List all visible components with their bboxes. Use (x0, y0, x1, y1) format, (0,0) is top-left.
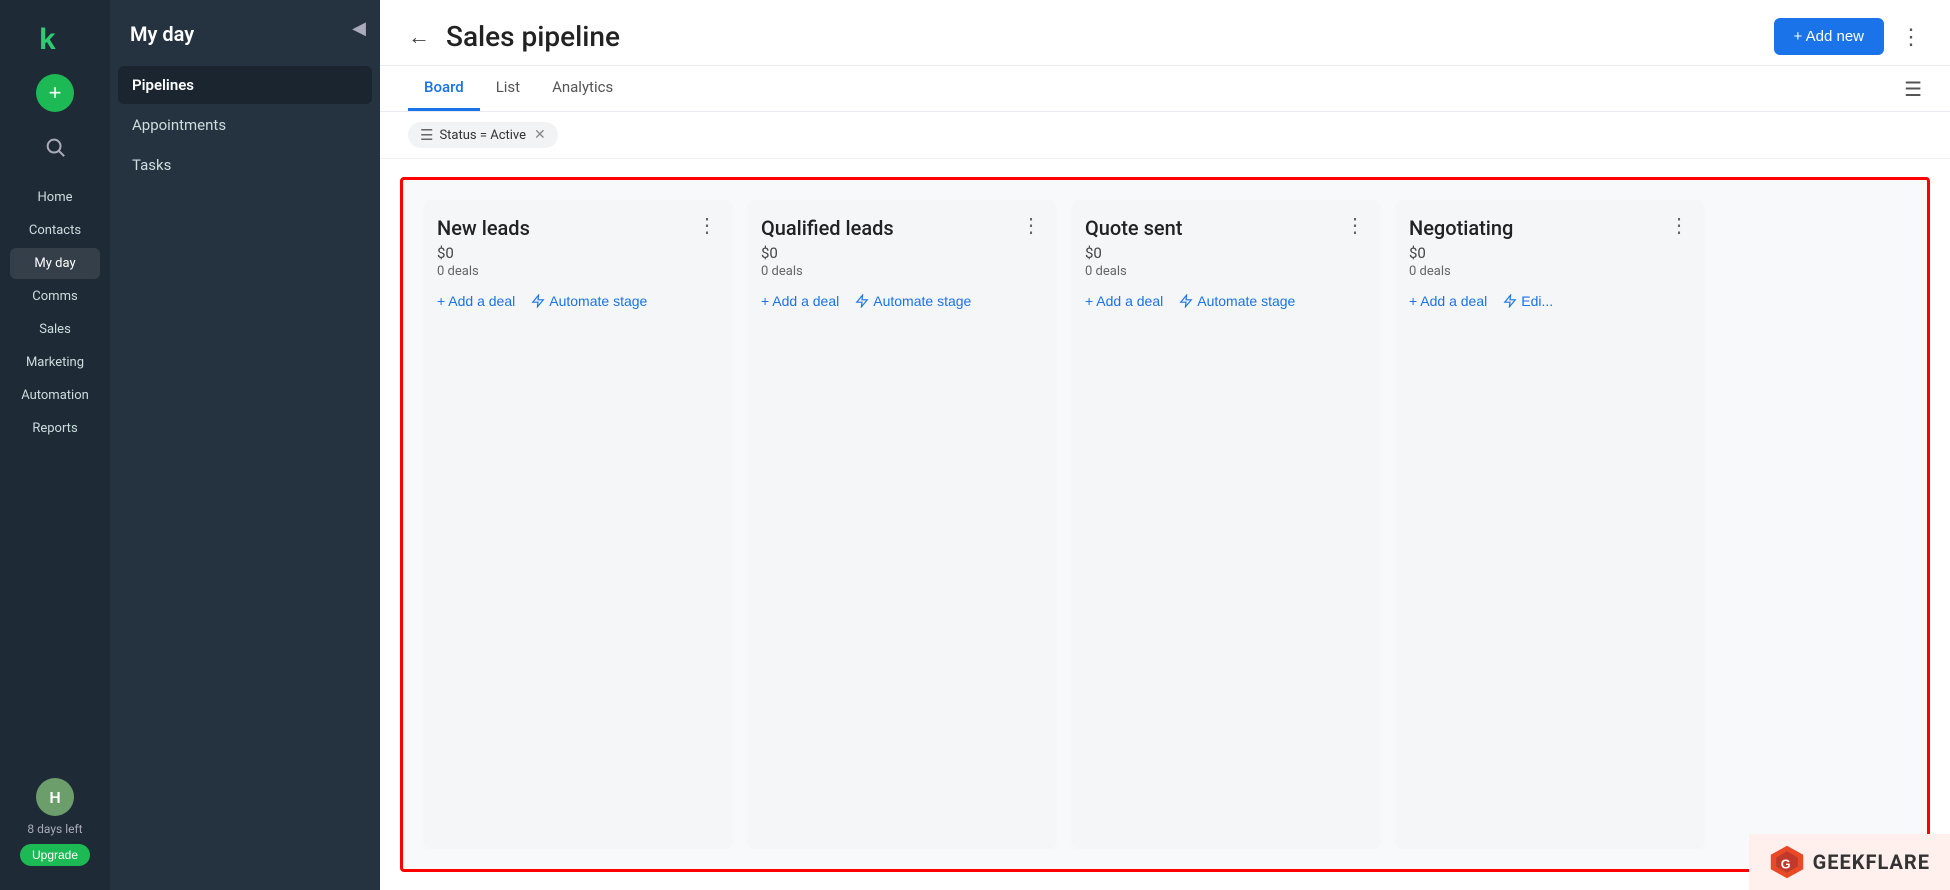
column-actions-quote-sent: + Add a deal Automate stage (1085, 293, 1367, 309)
back-button[interactable]: ← (408, 24, 430, 50)
filter-chip-icon: ☰ (420, 126, 433, 144)
icon-sidebar: k + Home Contacts My day Comms Sales Mar… (0, 0, 110, 890)
svg-text:k: k (39, 23, 56, 56)
page-header: ← Sales pipeline + Add new ⋮ (380, 0, 1950, 66)
search-icon[interactable] (36, 128, 74, 166)
watermark-brand: GEEKFLARE (1813, 850, 1930, 874)
add-button[interactable]: + (36, 74, 74, 112)
pipeline-column-new-leads: New leads $0 0 deals ⋮ + Add a deal Auto… (423, 200, 733, 849)
filter-bar: ☰ Status = Active ✕ (380, 112, 1950, 159)
filter-chip-label: Status = Active (439, 128, 526, 143)
column-header-quote-sent: Quote sent $0 0 deals ⋮ (1085, 216, 1367, 279)
status-filter-chip: ☰ Status = Active ✕ (408, 122, 558, 148)
sidebar-item-reports[interactable]: Reports (10, 413, 100, 444)
pipeline-board: New leads $0 0 deals ⋮ + Add a deal Auto… (400, 177, 1930, 872)
avatar[interactable]: H (36, 778, 74, 816)
column-deals-qualified-leads: 0 deals (761, 264, 894, 279)
column-actions-new-leads: + Add a deal Automate stage (437, 293, 719, 309)
main-nav: Home Contacts My day Comms Sales Marketi… (0, 182, 110, 444)
sidebar-item-comms[interactable]: Comms (10, 281, 100, 312)
tab-list[interactable]: List (480, 66, 536, 111)
column-deals-quote-sent: 0 deals (1085, 264, 1182, 279)
sub-sidebar-title: My day (110, 0, 380, 62)
pipeline-column-negotiating: Negotiating $0 0 deals ⋮ + Add a deal Ed… (1395, 200, 1705, 849)
sub-nav-appointments[interactable]: Appointments (118, 106, 372, 144)
sidebar-item-myday[interactable]: My day (10, 248, 100, 279)
column-amount-negotiating: $0 (1409, 244, 1513, 262)
days-left-label: 8 days left (27, 822, 82, 836)
column-deals-new-leads: 0 deals (437, 264, 530, 279)
tabs-bar: Board List Analytics ☰ (380, 66, 1950, 112)
add-deal-new-leads[interactable]: + Add a deal (437, 293, 515, 309)
add-deal-qualified-leads[interactable]: + Add a deal (761, 293, 839, 309)
automate-stage-qualified-leads[interactable]: Automate stage (855, 293, 971, 309)
add-new-button[interactable]: + Add new (1774, 18, 1884, 55)
pipeline-column-qualified-leads: Qualified leads $0 0 deals ⋮ + Add a dea… (747, 200, 1057, 849)
main-content: ← Sales pipeline + Add new ⋮ Board List … (380, 0, 1950, 890)
more-options-button[interactable]: ⋮ (1900, 24, 1922, 50)
column-deals-negotiating: 0 deals (1409, 264, 1513, 279)
column-amount-new-leads: $0 (437, 244, 530, 262)
page-title: Sales pipeline (446, 20, 1758, 53)
automate-stage-quote-sent[interactable]: Automate stage (1179, 293, 1295, 309)
sidebar-item-home[interactable]: Home (10, 182, 100, 213)
sub-nav-pipelines[interactable]: Pipelines (118, 66, 372, 104)
collapse-sidebar-button[interactable]: ◀ (352, 18, 366, 39)
add-deal-quote-sent[interactable]: + Add a deal (1085, 293, 1163, 309)
sidebar-item-marketing[interactable]: Marketing (10, 347, 100, 378)
watermark: G GEEKFLARE (1749, 834, 1950, 890)
app-logo: k (32, 16, 78, 62)
column-actions-qualified-leads: + Add a deal Automate stage (761, 293, 1043, 309)
sidebar-item-sales[interactable]: Sales (10, 314, 100, 345)
column-header-new-leads: New leads $0 0 deals ⋮ (437, 216, 719, 279)
tab-analytics[interactable]: Analytics (536, 66, 629, 111)
svg-text:G: G (1780, 857, 1790, 871)
sidebar-item-contacts[interactable]: Contacts (10, 215, 100, 246)
filter-icon[interactable]: ☰ (1904, 77, 1922, 101)
upgrade-button[interactable]: Upgrade (20, 844, 90, 866)
sub-nav-tasks[interactable]: Tasks (118, 146, 372, 184)
column-amount-qualified-leads: $0 (761, 244, 894, 262)
automate-stage-new-leads[interactable]: Automate stage (531, 293, 647, 309)
automate-stage-negotiating[interactable]: Edi... (1503, 293, 1553, 309)
column-menu-negotiating[interactable]: ⋮ (1667, 216, 1691, 236)
column-amount-quote-sent: $0 (1085, 244, 1182, 262)
pipeline-column-quote-sent: Quote sent $0 0 deals ⋮ + Add a deal Aut… (1071, 200, 1381, 849)
column-title-new-leads: New leads $0 0 deals (437, 216, 530, 279)
column-menu-new-leads[interactable]: ⋮ (695, 216, 719, 236)
column-actions-negotiating: + Add a deal Edi... (1409, 293, 1691, 309)
add-deal-negotiating[interactable]: + Add a deal (1409, 293, 1487, 309)
user-area: H 8 days left Upgrade (20, 778, 90, 874)
column-menu-qualified-leads[interactable]: ⋮ (1019, 216, 1043, 236)
column-header-negotiating: Negotiating $0 0 deals ⋮ (1409, 216, 1691, 279)
sub-sidebar: My day Pipelines Appointments Tasks ◀ (110, 0, 380, 890)
column-header-qualified-leads: Qualified leads $0 0 deals ⋮ (761, 216, 1043, 279)
sidebar-item-automation[interactable]: Automation (10, 380, 100, 411)
tab-board[interactable]: Board (408, 66, 480, 111)
column-menu-quote-sent[interactable]: ⋮ (1343, 216, 1367, 236)
filter-chip-close[interactable]: ✕ (534, 127, 546, 143)
sub-nav: Pipelines Appointments Tasks (110, 62, 380, 188)
